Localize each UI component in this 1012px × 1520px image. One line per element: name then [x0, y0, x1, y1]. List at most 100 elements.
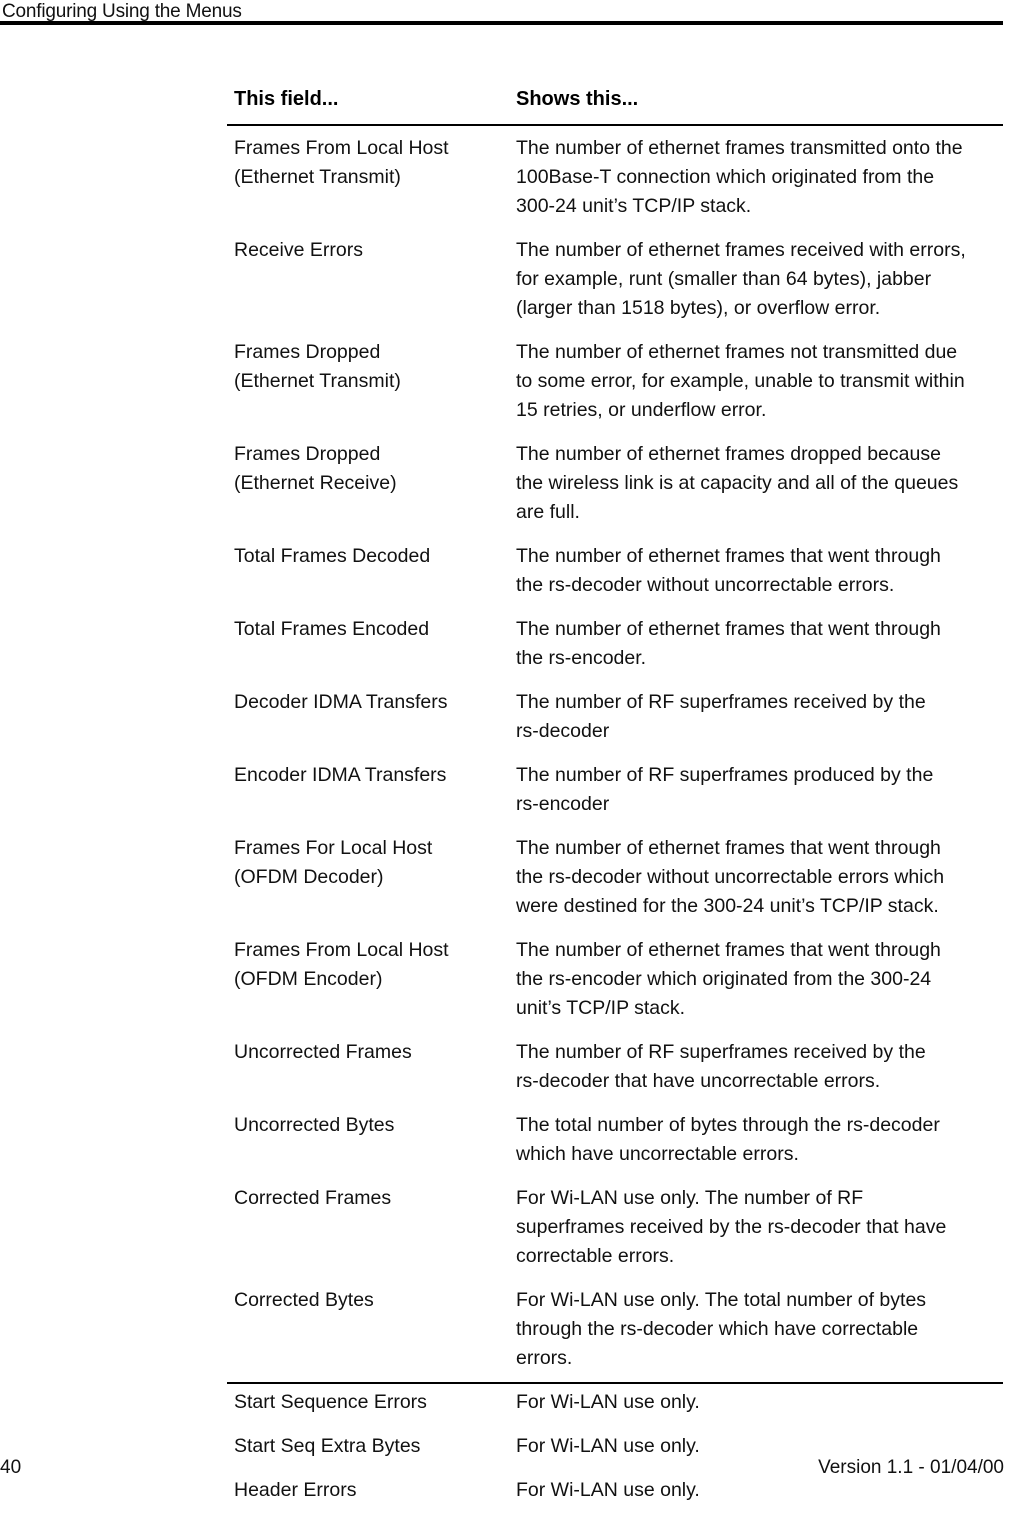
description-text-line: unit’s TCP/IP stack.	[516, 997, 686, 1019]
description-text-line: (larger than 1518 bytes), or overflow er…	[516, 297, 881, 319]
table-cell-field: Frames From Local Host (OFDM Encoder)	[234, 936, 516, 994]
description-text-line: superframes received by the rs-decoder t…	[516, 1216, 947, 1238]
table-cell-description: The total number of bytes through the rs…	[516, 1111, 1003, 1169]
description-text-line: The number of RF superframes received by…	[516, 691, 926, 713]
field-text-line: (Ethernet Transmit)	[234, 166, 401, 188]
document-version-text: Version 1.1 - 01/04/00	[818, 1457, 1004, 1478]
description-text-line: the wireless link is at capacity and all…	[516, 472, 959, 494]
table-row: Frames Dropped (Ethernet Transmit) The num…	[234, 338, 1010, 425]
description-text-line: rs-encoder	[516, 793, 610, 815]
description-text-line: The total number of bytes through the rs…	[516, 1114, 940, 1136]
table-cell-field: Total Frames Decoded	[234, 542, 516, 571]
table-cell-field: Uncorrected Frames	[234, 1038, 516, 1067]
description-text-line: For Wi-LAN use only.	[516, 1391, 700, 1413]
description-text-line: For Wi-LAN use only. The number of RF	[516, 1187, 864, 1209]
table-cell-field: Corrected Frames	[234, 1184, 516, 1213]
description-text-line: rs-decoder	[516, 720, 610, 742]
description-text-line: The number of RF superframes received by…	[516, 1041, 926, 1063]
table-cell-description: The number of ethernet frames that went …	[516, 936, 1003, 1023]
table-cell-description: The number of ethernet frames dropped be…	[516, 440, 1003, 527]
field-text-line: Frames From Local Host	[234, 137, 449, 159]
description-text-line: rs-decoder that have uncorrectable error…	[516, 1070, 881, 1092]
description-text-line: The number of RF superframes produced by…	[516, 764, 934, 786]
description-text-line: correctable errors.	[516, 1245, 675, 1267]
description-text-line: the rs-encoder which originated from the…	[516, 968, 932, 990]
description-text-line: were destined for the 300-24 unit’s TCP/…	[516, 895, 939, 917]
table-cell-description: The number of RF superframes produced by…	[516, 761, 1003, 819]
table-cell-field: Frames Dropped (Ethernet Receive)	[234, 440, 516, 498]
description-text-line: which have uncorrectable errors.	[516, 1143, 799, 1165]
table-row: Total Frames Decoded The number of ethern…	[234, 542, 1010, 600]
table-row: Corrected Frames For Wi-LAN use only. The…	[234, 1184, 1010, 1271]
table-row: Frames From Local Host (Ethernet Transmit…	[234, 134, 1010, 221]
table-cell-description: For Wi-LAN use only. The total number of…	[516, 1286, 1003, 1373]
description-text-line: For Wi-LAN use only. The total number of…	[516, 1289, 927, 1311]
table-cell-field: Start Sequence Errors	[234, 1388, 516, 1417]
description-text-line: 15 retries, or underflow error.	[516, 399, 767, 421]
table-row: Start Sequence Errors For Wi-LAN use only…	[234, 1388, 1010, 1417]
page-footer: 40 Version 1.1 - 01/04/00	[0, 1456, 1012, 1486]
field-text-line: Uncorrected Frames	[234, 1041, 412, 1063]
description-text-line: the rs-encoder.	[516, 647, 647, 669]
description-text-line: through the rs-decoder which have correc…	[516, 1318, 919, 1340]
table-cell-field: Encoder IDMA Transfers	[234, 761, 516, 790]
table-row: Corrected Bytes For Wi-LAN use only. The …	[234, 1286, 1010, 1373]
field-text-line: Frames Dropped	[234, 341, 381, 363]
description-text-line: The number of ethernet frames that went …	[516, 618, 941, 640]
table-top-rule	[227, 124, 1003, 126]
table-body: Frames From Local Host (Ethernet Transmit…	[234, 134, 1010, 1520]
column-header-description: Shows this...	[516, 88, 639, 110]
field-text-line: Corrected Frames	[234, 1187, 392, 1209]
table-cell-field: Frames Dropped (Ethernet Transmit)	[234, 338, 516, 396]
table-row: Receive Errors The number of ethernet fra…	[234, 236, 1010, 323]
table-cell-description: The number of RF superframes received by…	[516, 1038, 1003, 1096]
field-text-line: (OFDM Encoder)	[234, 968, 383, 990]
table-cell-description: The number of ethernet frames that went …	[516, 615, 1003, 673]
field-text-line: Decoder IDMA Transfers	[234, 691, 448, 713]
table-cell-field: Total Frames Encoded	[234, 615, 516, 644]
page-running-header: Configuring Using the Menus	[0, 0, 1012, 26]
field-text-line: (Ethernet Transmit)	[234, 370, 401, 392]
description-text-line: The number of ethernet frames transmitte…	[516, 137, 963, 159]
running-header-title: Configuring Using the Menus	[2, 1, 242, 22]
description-text-line: the rs-decoder without uncorrectable err…	[516, 574, 895, 596]
page-number: 40	[0, 1457, 22, 1478]
table-cell-description: The number of ethernet frames not transm…	[516, 338, 1003, 425]
description-text-line: the rs-decoder without uncorrectable err…	[516, 866, 945, 888]
table-row: Uncorrected Bytes The total number of byt…	[234, 1111, 1010, 1169]
field-text-line: Uncorrected Bytes	[234, 1114, 395, 1136]
table-bottom-rule	[227, 1382, 1003, 1384]
description-text-line: The number of ethernet frames received w…	[516, 239, 966, 261]
description-text-line: 100Base-T connection which originated fr…	[516, 166, 935, 188]
table-cell-description: The number of ethernet frames that went …	[516, 834, 1003, 921]
table-cell-field: Uncorrected Bytes	[234, 1111, 516, 1140]
table-cell-description: The number of ethernet frames received w…	[516, 236, 1003, 323]
table-row: Total Frames Encoded The number of ethern…	[234, 615, 1010, 673]
table-row: Uncorrected Frames The number of RF super…	[234, 1038, 1010, 1096]
description-text-line: to some error, for example, unable to tr…	[516, 370, 965, 392]
description-text-line: errors.	[516, 1347, 573, 1369]
table-cell-description: For Wi-LAN use only.	[516, 1388, 1003, 1417]
field-text-line: Total Frames Decoded	[234, 545, 431, 567]
description-text-line: The number of ethernet frames that went …	[516, 939, 941, 961]
table-row: Encoder IDMA Transfers The number of RF s…	[234, 761, 1010, 819]
field-text-line: (Ethernet Receive)	[234, 472, 397, 494]
table-row: Frames For Local Host (OFDM Decoder) The n…	[234, 834, 1010, 921]
field-text-line: Frames From Local Host	[234, 939, 449, 961]
description-text-line: The number of ethernet frames that went …	[516, 545, 941, 567]
field-text-line: Corrected Bytes	[234, 1289, 374, 1311]
table-header-row: This field... Shows this...	[234, 86, 1003, 112]
field-text-line: Frames For Local Host	[234, 837, 433, 859]
table-cell-description: The number of ethernet frames transmitte…	[516, 134, 1003, 221]
field-text-line: (OFDM Decoder)	[234, 866, 384, 888]
table-row: Decoder IDMA Transfers The number of RF s…	[234, 688, 1010, 746]
field-text-line: Total Frames Encoded	[234, 618, 430, 640]
table-cell-field: Frames For Local Host (OFDM Decoder)	[234, 834, 516, 892]
table-cell-field: Decoder IDMA Transfers	[234, 688, 516, 717]
description-text-line: 300-24 unit’s TCP/IP stack.	[516, 195, 752, 217]
table-cell-description: The number of RF superframes received by…	[516, 688, 1003, 746]
column-header-field: This field...	[234, 88, 339, 110]
table-row: Frames Dropped (Ethernet Receive) The numb…	[234, 440, 1010, 527]
table-row: Frames From Local Host (OFDM Encoder) The …	[234, 936, 1010, 1023]
field-text-line: Start Sequence Errors	[234, 1391, 427, 1413]
